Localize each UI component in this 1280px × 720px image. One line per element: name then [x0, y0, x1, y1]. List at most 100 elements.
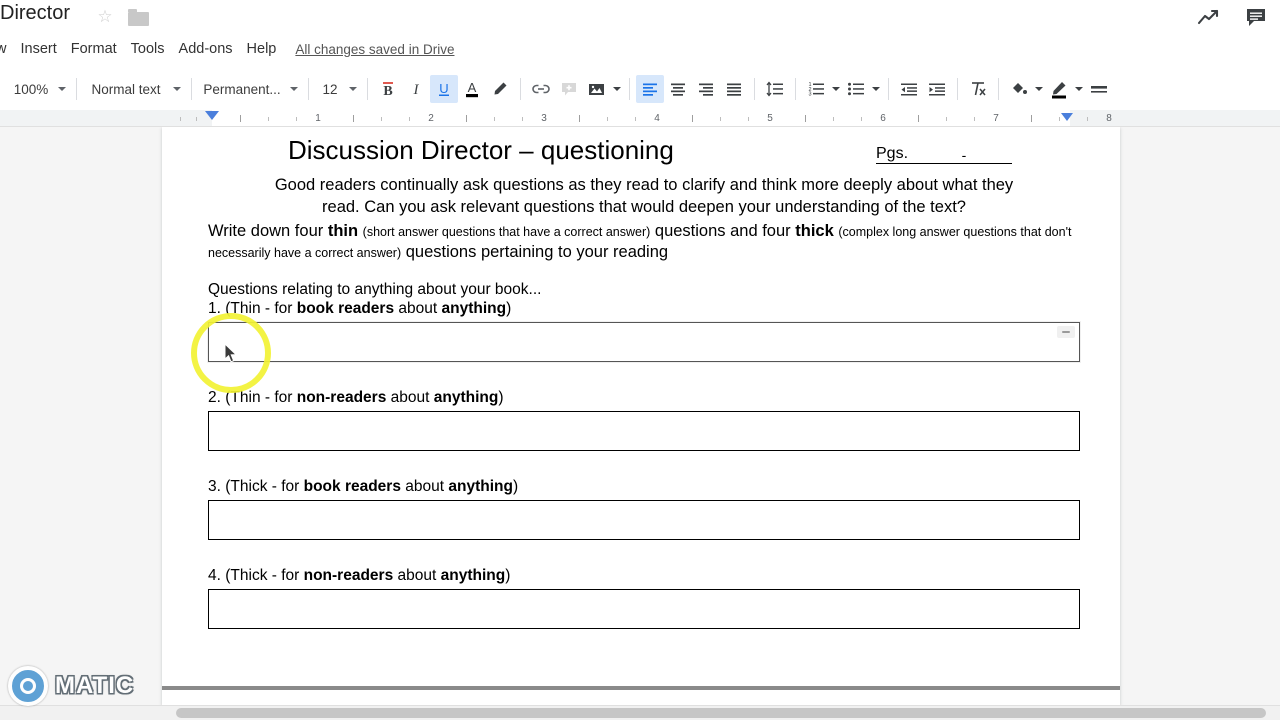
- add-comment-button[interactable]: [555, 75, 583, 103]
- google-docs-window: Director ☆ w Insert Format Tools Add-ons…: [0, 0, 1280, 720]
- left-indent-marker[interactable]: [205, 111, 219, 120]
- ruler-tick-8: 8: [1106, 113, 1112, 124]
- toolbar-divider: [888, 78, 889, 100]
- border-color-caret-icon[interactable]: [1073, 77, 1085, 101]
- answer-box-1[interactable]: [208, 322, 1080, 363]
- horizontal-scrollbar-thumb[interactable]: [176, 708, 1266, 718]
- decrease-indent-button[interactable]: [895, 75, 923, 103]
- questions-lead: Questions relating to anything about you…: [208, 281, 542, 299]
- font-size-dropdown-caret-icon[interactable]: [345, 79, 361, 99]
- question-3-close: ): [512, 478, 519, 496]
- toolbar-divider: [191, 78, 192, 100]
- instr-thin-paren: (short answer questions that have a corr…: [362, 224, 651, 239]
- bold-button[interactable]: B: [374, 75, 402, 103]
- question-3-mid: about: [400, 478, 449, 496]
- zoom-level[interactable]: 100%: [8, 82, 54, 97]
- question-1-number: 1.: [208, 300, 221, 318]
- ruler[interactable]: 1 2 3 4 5 6 7 8: [0, 110, 1280, 127]
- image-dropdown-caret-icon[interactable]: [611, 77, 623, 101]
- increase-indent-button[interactable]: [923, 75, 951, 103]
- svg-text:U: U: [439, 81, 448, 96]
- bulleted-list-button[interactable]: [842, 75, 870, 103]
- underline-button[interactable]: U: [430, 75, 458, 103]
- font-size[interactable]: 12: [315, 82, 345, 97]
- document-title[interactable]: Director: [0, 2, 70, 25]
- numbered-list-caret-icon[interactable]: [830, 77, 842, 101]
- fill-color-button[interactable]: [1005, 75, 1033, 103]
- ruler-tick-2: 2: [428, 113, 434, 124]
- title-bar-actions: [1196, 6, 1270, 30]
- font-dropdown-caret-icon[interactable]: [286, 79, 302, 99]
- fill-color-caret-icon[interactable]: [1033, 77, 1045, 101]
- pages-label: Pgs.: [876, 145, 916, 164]
- question-4-mid: about: [393, 567, 441, 585]
- border-weight-button[interactable]: [1085, 75, 1113, 103]
- clear-formatting-button[interactable]: [964, 75, 992, 103]
- bulleted-list-caret-icon[interactable]: [870, 77, 882, 101]
- document-canvas: Discussion Director – questioning Pgs. - …: [0, 127, 1280, 705]
- resize-handle-icon[interactable]: [1057, 326, 1075, 339]
- font-family[interactable]: Permanent...: [198, 82, 286, 97]
- menu-item-format[interactable]: Format: [64, 38, 124, 60]
- menu-item-insert[interactable]: Insert: [13, 38, 63, 60]
- question-2-number: 2.: [208, 389, 221, 407]
- ruler-tick-1: 1: [315, 113, 321, 124]
- ruler-page-area: [162, 110, 1120, 126]
- toolbar-divider: [367, 78, 368, 100]
- question-4-close: ): [505, 567, 511, 585]
- svg-text:3: 3: [809, 92, 812, 98]
- question-2-who: non-readers: [296, 389, 387, 407]
- save-status[interactable]: All changes saved in Drive: [295, 42, 454, 57]
- question-2-label: 2. (Thin - for non-readers about anythin…: [208, 389, 1080, 407]
- instr-part-c: questions pertaining to your reading: [401, 243, 669, 262]
- menu-item-view[interactable]: w: [0, 38, 13, 60]
- comments-icon[interactable]: [1244, 6, 1270, 30]
- right-indent-marker[interactable]: [1061, 113, 1073, 121]
- instr-part-b: questions and four: [650, 221, 796, 240]
- question-1-label: 1. (Thin - for book readers about anythi…: [208, 300, 1080, 318]
- pages-field[interactable]: Pgs. -: [876, 145, 1020, 164]
- question-2-close: ): [498, 389, 504, 407]
- highlight-color-button[interactable]: [486, 75, 514, 103]
- question-4-number: 4.: [208, 567, 221, 585]
- menu-item-add-ons[interactable]: Add-ons: [172, 38, 240, 60]
- menu-item-help[interactable]: Help: [240, 38, 284, 60]
- ruler-right-margin: [1070, 110, 1120, 126]
- question-1-mid: about: [394, 300, 442, 318]
- style-dropdown-caret-icon[interactable]: [169, 79, 185, 99]
- trending-icon[interactable]: [1196, 6, 1222, 30]
- document-page[interactable]: Discussion Director – questioning Pgs. - …: [162, 127, 1120, 705]
- italic-button[interactable]: I: [402, 75, 430, 103]
- insert-image-button[interactable]: [583, 75, 611, 103]
- ruler-tick-3: 3: [541, 113, 547, 124]
- star-icon[interactable]: ☆: [95, 7, 115, 27]
- answer-box-4[interactable]: [208, 589, 1080, 630]
- menu-item-tools[interactable]: Tools: [124, 38, 172, 60]
- horizontal-scrollbar[interactable]: [0, 705, 1280, 720]
- align-right-button[interactable]: [692, 75, 720, 103]
- title-bar: Director ☆: [0, 0, 1280, 34]
- numbered-list-button[interactable]: 1 2 3: [802, 75, 830, 103]
- question-3-open: (Thick - for: [220, 478, 304, 496]
- line-spacing-button[interactable]: [761, 75, 789, 103]
- toolbar-divider: [957, 78, 958, 100]
- insert-link-button[interactable]: [527, 75, 555, 103]
- instr-thin: thin: [327, 221, 359, 240]
- answer-box-2[interactable]: [208, 411, 1080, 452]
- align-left-button[interactable]: [636, 75, 664, 103]
- toolbar-divider: [520, 78, 521, 100]
- intro-line-1: Good readers continually ask questions a…: [274, 176, 1014, 194]
- question-3-who: book readers: [303, 478, 401, 496]
- align-justify-button[interactable]: [720, 75, 748, 103]
- pages-value: -: [916, 147, 1012, 164]
- question-4-who: non-readers: [303, 567, 394, 585]
- ruler-tick-7: 7: [993, 113, 999, 124]
- border-color-button[interactable]: [1045, 75, 1073, 103]
- align-center-button[interactable]: [664, 75, 692, 103]
- zoom-dropdown-caret-icon[interactable]: [54, 79, 70, 99]
- answer-box-3[interactable]: [208, 500, 1080, 541]
- toolbar-divider: [76, 78, 77, 100]
- text-color-button[interactable]: A: [458, 75, 486, 103]
- folder-icon[interactable]: [128, 9, 149, 26]
- paragraph-style[interactable]: Normal text: [83, 82, 169, 97]
